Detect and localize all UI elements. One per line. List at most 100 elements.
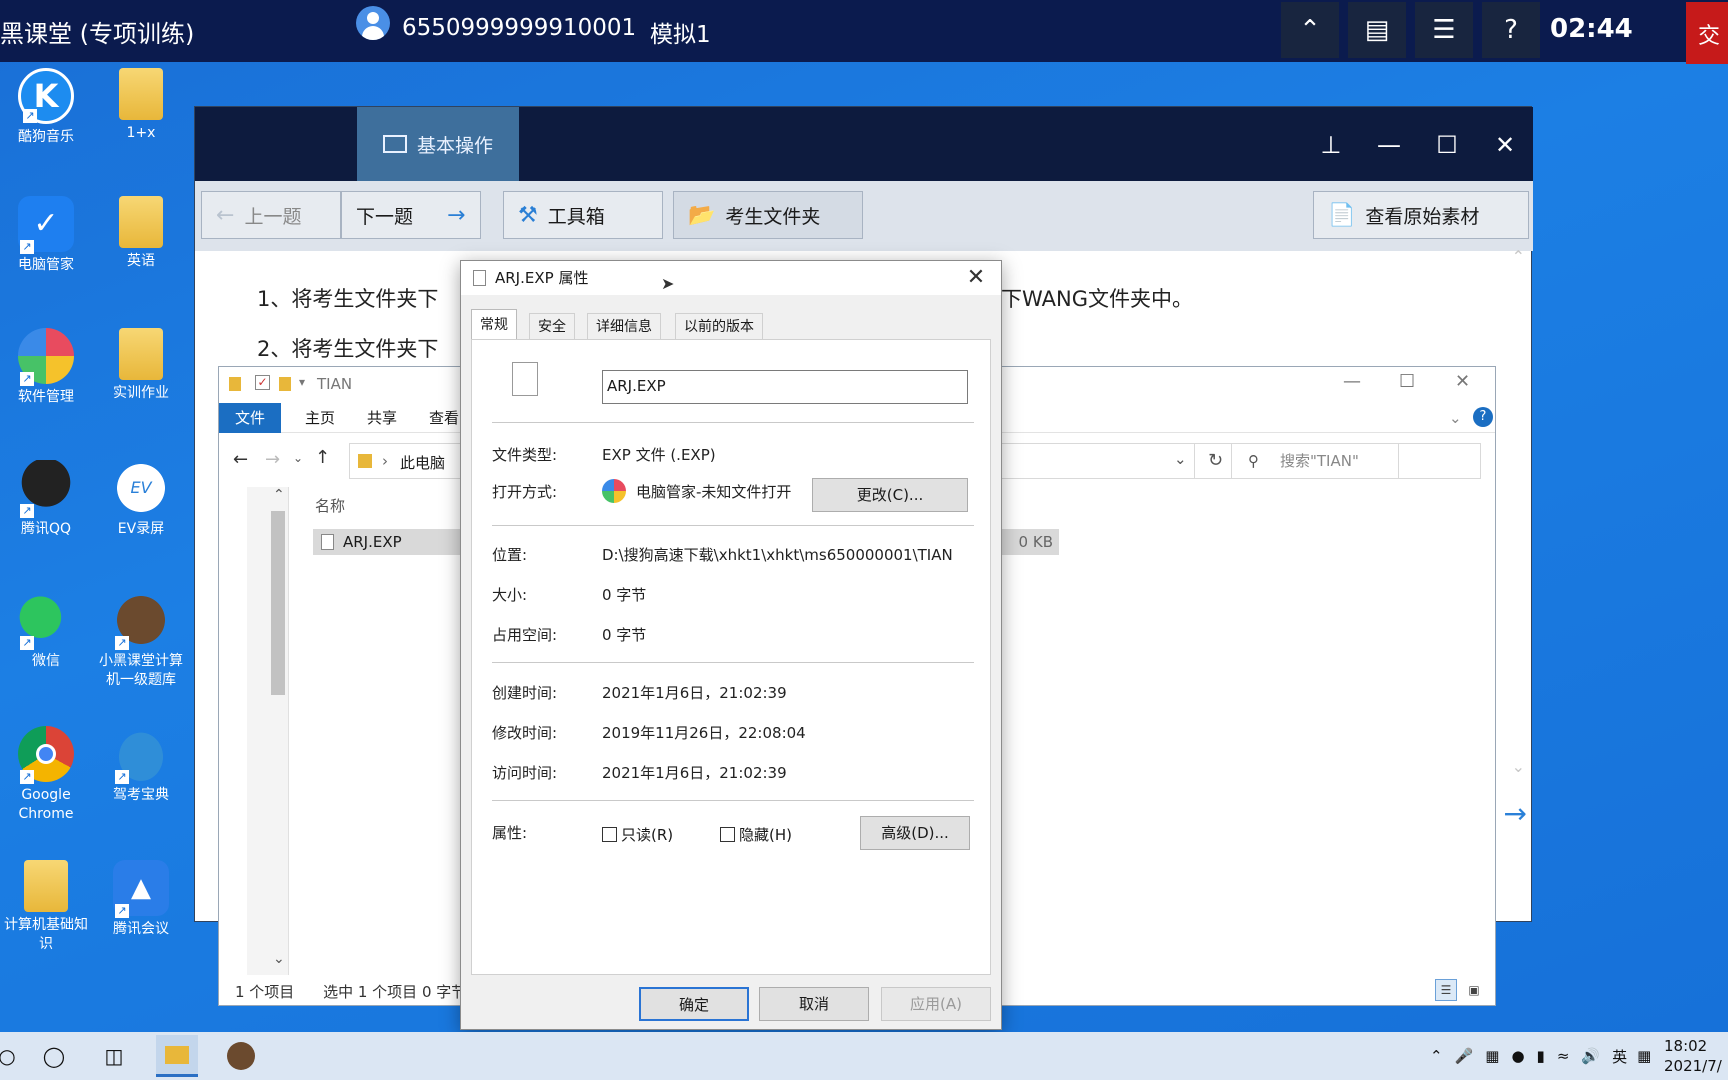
search-input[interactable]: ⚲ 搜索"TIAN" (1231, 443, 1481, 479)
exam-folder-button[interactable]: 📂 考生文件夹 (673, 191, 863, 239)
volume-icon[interactable]: 🔊 (1581, 1047, 1600, 1065)
forward-arrow-icon[interactable]: → (265, 449, 280, 470)
qq-tray-icon[interactable]: ● (1511, 1047, 1524, 1065)
help-icon[interactable]: ? (1473, 407, 1493, 427)
collapse-button[interactable]: ⌃ (1281, 2, 1339, 58)
prev-question-button[interactable]: ← 上一题 (201, 191, 341, 239)
nav-scrollbar-thumb[interactable] (271, 511, 285, 695)
ribbon-tab-home[interactable]: 主页 (293, 403, 347, 433)
tab-basic-operation[interactable]: 基本操作 (357, 107, 519, 181)
scroll-down-icon[interactable]: ⌄ (1512, 757, 1525, 776)
close-icon[interactable]: ✕ (1455, 371, 1470, 392)
taskbar-xhkt[interactable] (220, 1038, 262, 1074)
next-arrow-icon[interactable]: → (1504, 797, 1527, 830)
refresh-icon[interactable]: ↻ (1208, 450, 1223, 471)
properties-check-icon[interactable]: ✓ (255, 375, 270, 390)
desktop-icon-jiakao[interactable]: ↗ 驾考宝典 (95, 726, 187, 805)
tab-security[interactable]: 安全 (529, 313, 575, 339)
microphone-icon[interactable]: 🎤 (1455, 1047, 1474, 1065)
divider (492, 525, 974, 526)
submit-exam-label: 交 (1698, 24, 1721, 49)
recent-dropdown-icon[interactable]: ⌄ (293, 451, 303, 465)
training-titlebar: 基本操作 ⊥ — ☐ ✕ (195, 107, 1533, 181)
desktop-icon-homework[interactable]: 实训作业 (95, 328, 187, 403)
scroll-down-icon[interactable]: ⌄ (273, 951, 285, 967)
maximize-button[interactable]: ☐ (1429, 127, 1465, 163)
address-dropdown-icon[interactable]: ⌄ (1174, 450, 1187, 468)
cancel-button[interactable]: 取消 (759, 987, 869, 1021)
desktop-icon-qq[interactable]: ↗ 腾讯QQ (0, 460, 92, 539)
tab-details[interactable]: 详细信息 (587, 313, 661, 339)
view-material-button[interactable]: 📄 查看原始素材 (1313, 191, 1529, 239)
arrow-left-icon: ← (216, 202, 235, 228)
back-arrow-icon[interactable]: ← (233, 449, 248, 470)
filename-input[interactable]: ARJ.EXP (602, 370, 968, 404)
desktop-icon-xhkt[interactable]: ↗ 小黑课堂计算机一级题库 (95, 592, 187, 690)
desktop-icon-english[interactable]: 英语 (95, 196, 187, 271)
up-arrow-icon[interactable]: ↑ (315, 447, 330, 468)
taskbar-clock[interactable]: 18:02 2021/7/ (1664, 1036, 1728, 1076)
pin-button[interactable]: ⊥ (1313, 127, 1349, 163)
ribbon-tab-file[interactable]: 文件 (219, 403, 282, 433)
start-button[interactable]: ○ (0, 1038, 16, 1074)
tab-general[interactable]: 常规 (471, 309, 517, 340)
desktop-icon-label: Google Chrome (18, 787, 74, 822)
hidden-checkbox[interactable]: 隐藏(H) (720, 824, 792, 845)
software-manager-icon: ↗ (18, 328, 74, 386)
desktop-icon-software[interactable]: ↗ 软件管理 (0, 328, 92, 407)
new-folder-icon[interactable] (279, 377, 291, 391)
window-button[interactable]: ▤ (1348, 2, 1406, 58)
desktop-icon-wechat[interactable]: ↗ 微信 (0, 592, 92, 671)
divider (492, 800, 974, 801)
folder-icon: 📂 (688, 202, 716, 228)
search-button[interactable]: ◯ (36, 1038, 72, 1074)
quick-access-dropdown-icon[interactable]: ▾ (299, 375, 305, 389)
document-icon: 📄 (1328, 202, 1356, 228)
input-method-indicator[interactable]: 英 (1612, 1046, 1627, 1067)
help-button[interactable]: ? (1482, 2, 1540, 58)
scroll-up-icon[interactable]: ⌃ (1512, 247, 1525, 266)
desktop-icon-1x[interactable]: 1+x (95, 68, 187, 143)
chevron-down-icon[interactable]: ⌄ (1449, 409, 1462, 427)
accessed-value: 2021年1月6日，21:02:39 (602, 764, 787, 782)
toolbox-button[interactable]: ⚒ 工具箱 (503, 191, 663, 239)
ribbon-tab-share[interactable]: 共享 (355, 403, 409, 433)
next-question-button[interactable]: 下一题 → (341, 191, 481, 239)
details-view-icon[interactable]: ☰ (1435, 979, 1457, 1001)
desktop-icon-basics[interactable]: 计算机基础知识 (0, 860, 92, 954)
close-button[interactable]: ✕ (1487, 127, 1523, 163)
maximize-icon[interactable]: ☐ (1399, 371, 1415, 392)
minimize-icon[interactable]: — (1343, 371, 1361, 392)
desktop-icon-tencent-meeting[interactable]: ▲ ↗ 腾讯会议 (95, 860, 187, 939)
windows-icon: ○ (0, 1044, 16, 1068)
wifi-icon[interactable]: ≈ (1557, 1047, 1570, 1065)
advanced-button[interactable]: 高级(D)... (860, 816, 970, 850)
breadcrumb-this-pc[interactable]: 此电脑 (400, 452, 445, 473)
question-list-button[interactable]: ☰ (1415, 2, 1473, 58)
desktop-icon-evrecorder[interactable]: EV EV录屏 (95, 460, 187, 539)
task-view-button[interactable]: ◫ (96, 1038, 132, 1074)
desktop-icon-kugou[interactable]: K ↗ 酷狗音乐 (0, 68, 92, 147)
scroll-up-icon[interactable]: ⌃ (273, 487, 285, 503)
apply-button[interactable]: 应用(A) (881, 987, 991, 1021)
ok-button[interactable]: 确定 (639, 987, 749, 1021)
battery-icon[interactable]: ▮ (1537, 1047, 1545, 1065)
submit-exam-button[interactable]: 交 (1686, 2, 1728, 64)
properties-close-button[interactable]: ✕ (961, 261, 991, 295)
breadcrumb-separator: › (382, 452, 388, 470)
desktop-icon-chrome[interactable]: ↗ Google Chrome (0, 726, 92, 824)
change-button[interactable]: 更改(C)... (812, 478, 968, 512)
tab-previous-versions[interactable]: 以前的版本 (675, 313, 763, 339)
desktop-icon-pcmanager[interactable]: ✓ ↗ 电脑管家 (0, 196, 92, 275)
desktop-icon-label: 小黑课堂计算机一级题库 (99, 653, 183, 688)
large-icons-view-icon[interactable]: ▣ (1463, 979, 1485, 1001)
chevron-up-icon[interactable]: ⌃ (1430, 1047, 1443, 1065)
navigation-pane[interactable]: ⌃ ⌄ (247, 487, 289, 975)
minimize-button[interactable]: — (1371, 127, 1407, 163)
taskbar-explorer[interactable] (156, 1035, 198, 1077)
column-header-name[interactable]: 名称 (315, 495, 345, 516)
tray-app-icon[interactable]: ▦ (1485, 1047, 1499, 1065)
notification-icon[interactable]: ▦ (1637, 1047, 1651, 1065)
readonly-checkbox[interactable]: 只读(R) (602, 824, 673, 845)
checkbox-box (602, 827, 617, 842)
